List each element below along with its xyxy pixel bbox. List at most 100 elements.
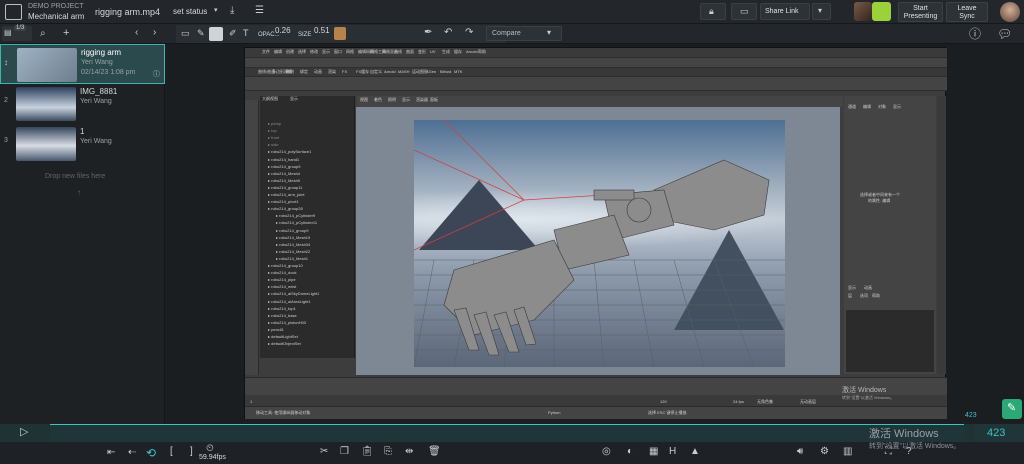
chevron-right-icon[interactable]: › xyxy=(153,28,156,38)
leave-sync-button[interactable]: Leave Sync xyxy=(946,2,988,22)
status-select[interactable]: set status ▾ xyxy=(171,5,223,19)
maya-shelf-tab[interactable]: XGen xyxy=(426,69,436,74)
maya-layer-tab[interactable]: 显示 xyxy=(848,285,856,291)
maya-viewport-menu-item[interactable]: 渲染器 xyxy=(416,97,428,103)
maya-outliner-item[interactable]: ▸ robo214_arm_joint xyxy=(268,192,304,197)
maya-frame-start[interactable]: 1 xyxy=(250,399,252,404)
maya-outliner-item[interactable]: ▸ front xyxy=(268,135,279,140)
lock-button[interactable]: 🔒︎ xyxy=(700,3,726,20)
file-item-1[interactable]: 3 1 Yeri Wang xyxy=(0,124,165,164)
maya-shelf-tab[interactable]: 动画 xyxy=(314,69,322,75)
maya-outliner-item[interactable]: ▸ robo214_pCylinder9 xyxy=(276,213,315,218)
maya-outliner-item[interactable]: ▸ robo214_base xyxy=(268,313,297,318)
maya-shelf-tab[interactable]: 自定义 xyxy=(370,69,382,75)
file-item-img-8881[interactable]: 2 IMG_8881 Yeri Wang xyxy=(0,84,165,124)
maya-viewport-menu-item[interactable]: 视图 xyxy=(360,97,368,103)
loop-icon[interactable]: ⟲ xyxy=(146,447,156,459)
chevron-left-icon[interactable]: ‹ xyxy=(135,28,138,38)
eyedropper-icon[interactable]: ✒ xyxy=(424,28,432,38)
maya-shelf-tab[interactable]: Arnold xyxy=(384,69,396,74)
trash-icon[interactable]: 🗑︎ xyxy=(428,447,441,457)
rectangle-icon[interactable]: ▭ xyxy=(181,29,190,38)
maya-outliner-item[interactable]: ▸ robo214_Mesh1 xyxy=(276,256,308,261)
maya-outliner-item[interactable]: ▸ robo214_top1 xyxy=(268,306,296,311)
horizontal-guide-icon[interactable]: H xyxy=(669,447,676,457)
maya-layer-menu-item[interactable]: 层 xyxy=(848,293,852,299)
maya-layer-menu-item[interactable]: 帮助 xyxy=(872,293,880,299)
maya-viewport-menu-item[interactable]: 显示 xyxy=(402,97,410,103)
maya-outliner-item[interactable]: ▸ robo214_Mesh4 xyxy=(268,171,300,176)
triangle-icon[interactable]: ▲ xyxy=(690,447,700,457)
present-button[interactable]: ▭ xyxy=(731,3,757,20)
grid-icon[interactable]: ▦ xyxy=(649,447,658,457)
maya-outliner-item[interactable]: ▸ robo214_aiAreaLight1 xyxy=(268,299,310,304)
maya-frame-end[interactable]: 120 xyxy=(660,399,667,404)
maya-outliner-item[interactable]: ▸ robo214_hand1 xyxy=(268,157,299,162)
maya-no-anim-layer[interactable]: 无动画层 xyxy=(800,399,816,405)
maya-viewport-menu-item[interactable]: 照明 xyxy=(388,97,396,103)
maya-fps[interactable]: 24 fps xyxy=(733,399,744,404)
maya-outliner-item[interactable]: ▸ robo214_Mesh9 xyxy=(268,178,300,183)
maya-menu-item[interactable]: 曲面 xyxy=(406,49,414,55)
download-icon[interactable]: ⤓ xyxy=(230,6,234,16)
project-name[interactable]: Mechanical arm xyxy=(28,12,84,21)
drop-zone-text[interactable]: Drop new files here xyxy=(45,173,105,180)
maya-channel-tab[interactable]: 通道 xyxy=(848,104,856,110)
maya-outliner-item[interactable]: ▸ robo214_wrist xyxy=(268,284,296,289)
maya-outliner-item[interactable]: ▸ pencil1 xyxy=(268,327,284,332)
maya-outliner-tab[interactable]: 大纲视图 xyxy=(262,96,278,102)
share-link-button[interactable]: Share Link xyxy=(760,3,810,20)
brightness-icon[interactable]: ◐ xyxy=(627,447,633,457)
maya-shelf-tab[interactable]: 渲染 xyxy=(328,69,336,75)
maya-outliner-item[interactable]: ▸ robo214_dock xyxy=(268,270,296,275)
maya-menu-item[interactable]: UV xyxy=(430,49,436,54)
maya-layer-tab[interactable]: 动画 xyxy=(864,285,872,291)
start-presenting-button[interactable]: Start Presenting xyxy=(898,2,943,22)
file-item-rigging-arm[interactable]: ↕ rigging arm Yeri Wang 02/14/23 1:08 pm… xyxy=(0,44,165,84)
maya-outliner-item[interactable]: ▸ robo214_group11 xyxy=(268,185,302,190)
comments-icon[interactable]: 💬︎ xyxy=(997,28,1012,40)
maya-shelf-tab[interactable]: FX缓存 xyxy=(356,69,369,75)
info-icon[interactable]: ⓘ xyxy=(969,28,981,40)
app-logo[interactable] xyxy=(5,4,22,20)
maya-channel-tab[interactable]: 显示 xyxy=(893,104,901,110)
maya-outliner-item[interactable]: ▸ robo214_pivot1 xyxy=(268,199,299,204)
pen-icon[interactable]: ✐ xyxy=(229,29,237,38)
maya-menu-item[interactable]: 修改 xyxy=(310,49,318,55)
file-name[interactable]: rigging arm.mp4 xyxy=(95,7,160,17)
add-icon[interactable]: + xyxy=(63,28,69,39)
split-icon[interactable]: ⇹ xyxy=(405,447,413,457)
speed-icon[interactable]: ⏲ xyxy=(206,444,214,454)
avatar[interactable] xyxy=(854,2,872,21)
maya-outliner-item[interactable]: ▸ robo214_polySurface1 xyxy=(268,149,311,154)
maya-shelf-tab[interactable]: MTK xyxy=(454,69,462,74)
maya-menu-item[interactable]: 编辑 xyxy=(274,49,282,55)
maya-channel-tab[interactable]: 编辑 xyxy=(863,104,871,110)
maya-outliner-item[interactable]: ▸ robo214_Mesh22 xyxy=(276,249,310,254)
maya-menu-item[interactable]: 曲线 xyxy=(394,49,402,55)
maya-shelf-tab[interactable]: FX xyxy=(342,69,347,74)
maya-viewport-menu-item[interactable]: 面板 xyxy=(430,97,438,103)
maya-menu-item[interactable]: 帮助 xyxy=(478,49,486,55)
maya-outliner-item[interactable]: ▸ robo214_pCylinder11 xyxy=(276,220,317,225)
maya-layer-menu-item[interactable]: 选项 xyxy=(860,293,868,299)
file-list-toggle[interactable]: ▤ 1/3 xyxy=(2,25,32,41)
clipboard-icon[interactable]: 📋︎ xyxy=(361,447,374,457)
maya-outliner-item[interactable]: ▸ side xyxy=(268,142,278,147)
type-icon[interactable]: T xyxy=(243,29,249,38)
maya-menu-item[interactable]: 文件 xyxy=(262,49,270,55)
go-to-start-icon[interactable]: ⇤ xyxy=(107,448,115,458)
maya-menu-item[interactable]: 生成 xyxy=(442,49,450,55)
maya-menu-item[interactable]: 显示 xyxy=(322,49,330,55)
maya-channel-tab[interactable]: 对象 xyxy=(878,104,886,110)
step-back-icon[interactable]: ⇠ xyxy=(128,448,136,458)
maya-outliner-item[interactable]: ▸ robo214_group10 xyxy=(268,263,303,268)
maya-outliner-tab[interactable]: 显示 xyxy=(290,96,298,102)
maya-outliner-item[interactable]: ▸ persp xyxy=(268,121,281,126)
avatar[interactable] xyxy=(872,2,891,21)
maya-shelf-tab[interactable]: 绑定 xyxy=(300,69,308,75)
paste-icon[interactable]: ⎘ xyxy=(384,447,392,457)
save-icon[interactable] xyxy=(209,27,223,41)
size-value[interactable]: 0.51 xyxy=(314,26,330,35)
cut-icon[interactable]: ✂ xyxy=(320,447,328,457)
